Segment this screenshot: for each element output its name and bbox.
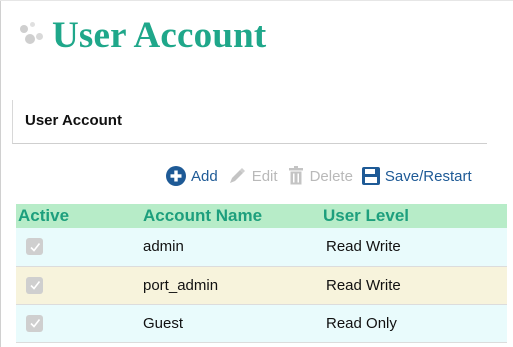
table-row[interactable]: port_admin Read Write	[16, 266, 507, 305]
user-account-table: Active Account Name User Level admin Rea…	[16, 204, 507, 343]
column-header-account-name[interactable]: Account Name	[136, 204, 319, 228]
trash-icon	[288, 166, 303, 185]
user-level-cell: Read Only	[319, 304, 507, 343]
column-header-user-level[interactable]: User Level	[319, 204, 507, 228]
checkmark-icon	[29, 281, 40, 290]
user-level-cell: Read Write	[319, 228, 507, 267]
save-restart-label: Save/Restart	[384, 167, 472, 185]
account-name-cell: admin	[136, 228, 319, 267]
page-header: User Account	[18, 12, 266, 58]
section-label: User Account	[25, 112, 122, 129]
account-name-cell: Guest	[136, 304, 319, 343]
add-button[interactable]: Add	[166, 166, 218, 186]
plus-circle-icon	[166, 166, 186, 186]
edit-label: Edit	[251, 167, 278, 185]
active-cell	[16, 266, 136, 305]
table-header-row: Active Account Name User Level	[16, 204, 507, 228]
active-cell	[16, 228, 136, 267]
add-label: Add	[191, 167, 218, 185]
active-checkbox[interactable]	[26, 276, 43, 294]
table-row[interactable]: admin Read Write	[16, 228, 507, 267]
table-row[interactable]: Guest Read Only	[16, 304, 507, 343]
active-checkbox[interactable]	[26, 314, 43, 332]
frame-border-left	[0, 0, 1, 347]
save-restart-button[interactable]: Save/Restart	[361, 167, 472, 185]
delete-label: Delete	[309, 167, 353, 185]
pencil-icon	[229, 168, 245, 183]
user-level-cell: Read Write	[319, 266, 507, 305]
column-header-active[interactable]: Active	[16, 204, 136, 228]
edit-button[interactable]: Edit	[227, 166, 278, 186]
checkmark-icon	[29, 319, 40, 328]
page-title: User Account	[52, 14, 267, 56]
checkmark-icon	[29, 242, 40, 252]
section-header: User Account	[12, 100, 487, 144]
account-name-cell: port_admin	[136, 266, 319, 305]
floppy-disk-icon	[361, 167, 380, 185]
delete-button[interactable]: Delete	[287, 166, 353, 186]
active-cell	[16, 304, 136, 343]
active-checkbox[interactable]	[26, 238, 43, 256]
decorative-dots-icon	[18, 20, 48, 50]
toolbar: Add Edit Delete Save/Restart	[166, 165, 472, 187]
frame-border-top	[0, 0, 513, 1]
